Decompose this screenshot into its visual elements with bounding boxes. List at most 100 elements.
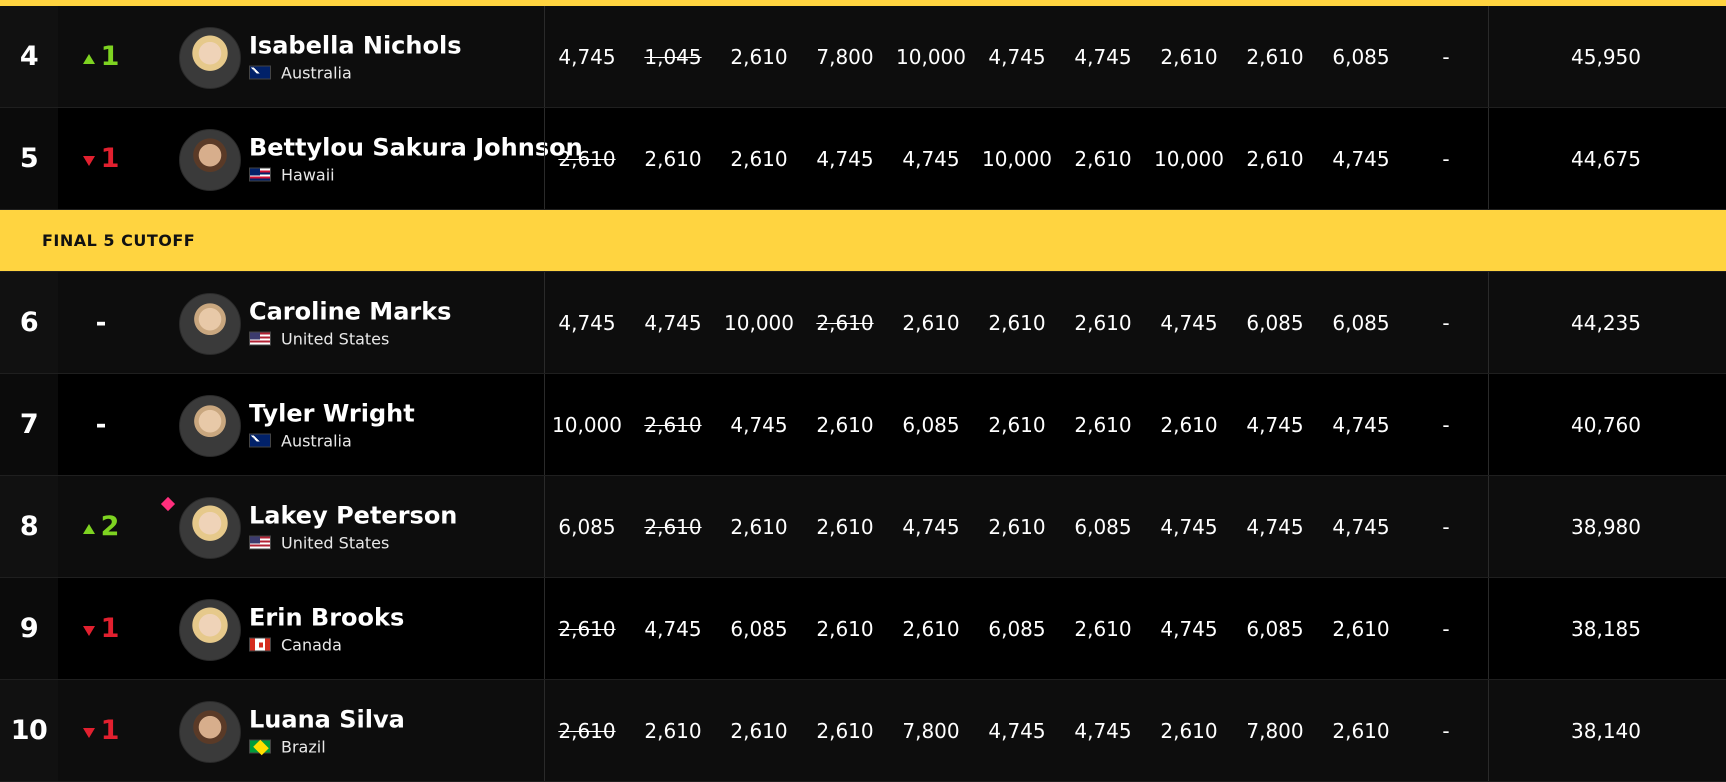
event-score: 10,000: [724, 310, 794, 335]
event-score: 2,610: [816, 310, 874, 335]
arrow-down-icon: [82, 727, 95, 738]
event-score: 4,745: [902, 514, 960, 539]
avatar[interactable]: [179, 128, 241, 191]
event-score: 4,745: [1332, 146, 1390, 171]
event-score: 2,610: [644, 514, 702, 539]
rankings-table-bottom: 6 - Caroline Marks United States 4,745 4,…: [0, 272, 1726, 782]
avatar[interactable]: [179, 292, 241, 355]
athlete-name[interactable]: Erin Brooks: [249, 603, 404, 631]
column-divider: [1488, 476, 1489, 577]
event-score: -: [1442, 718, 1450, 743]
country-name: United States: [281, 533, 390, 552]
total-points: 40,760: [1571, 412, 1641, 437]
event-score: 2,610: [644, 146, 702, 171]
event-score: 7,800: [1246, 718, 1304, 743]
rank-change-value: 2: [100, 511, 120, 542]
event-score: 10,000: [1154, 146, 1224, 171]
event-score: 4,745: [1332, 514, 1390, 539]
event-score: 6,085: [558, 514, 616, 539]
event-score: 4,745: [1246, 412, 1304, 437]
event-score: 6,085: [1074, 514, 1132, 539]
column-divider: [1488, 6, 1489, 107]
flag-icon: [249, 433, 271, 448]
event-score: 4,745: [558, 44, 616, 69]
event-score: 2,610: [816, 514, 874, 539]
athlete-country: Canada: [249, 635, 404, 654]
athlete-country: United States: [249, 329, 451, 348]
athlete-info: Bettylou Sakura Johnson Hawaii: [249, 133, 583, 184]
event-score: 2,610: [558, 718, 616, 743]
column-divider: [1488, 108, 1489, 209]
rank-change: -: [66, 272, 136, 373]
event-score: 6,085: [1246, 616, 1304, 641]
event-score: 4,745: [1074, 44, 1132, 69]
column-divider: [1488, 272, 1489, 373]
event-score: 2,610: [644, 412, 702, 437]
athlete-country: Brazil: [249, 737, 405, 756]
avatar[interactable]: [179, 26, 241, 89]
table-row[interactable]: 9 1 Erin Brooks Canada 2,610 4,745 6,085 2,…: [0, 578, 1726, 680]
athlete-country: Australia: [249, 63, 462, 82]
rank-change: 1: [66, 680, 136, 781]
country-name: Canada: [281, 635, 342, 654]
event-score: 2,610: [1160, 718, 1218, 743]
column-divider: [1488, 374, 1489, 475]
athlete-name[interactable]: Isabella Nichols: [249, 31, 462, 59]
event-score: -: [1442, 44, 1450, 69]
event-score: 2,610: [988, 310, 1046, 335]
rank-number: 5: [0, 108, 58, 209]
athlete-name[interactable]: Bettylou Sakura Johnson: [249, 133, 583, 161]
avatar[interactable]: [179, 394, 241, 457]
event-score: 4,745: [730, 412, 788, 437]
event-score: 2,610: [1246, 44, 1304, 69]
event-score: 2,610: [558, 616, 616, 641]
event-score: 2,610: [1160, 44, 1218, 69]
rank-number: 4: [0, 6, 58, 107]
event-score: 4,745: [988, 718, 1046, 743]
event-score: 10,000: [552, 412, 622, 437]
athlete-name[interactable]: Lakey Peterson: [249, 501, 457, 529]
event-score: 2,610: [988, 412, 1046, 437]
table-row[interactable]: 8 2 Lakey Peterson United States 6,085 2,…: [0, 476, 1726, 578]
event-score: 2,610: [730, 514, 788, 539]
rank-change-value: 1: [100, 613, 120, 644]
athlete-info: Tyler Wright Australia: [249, 399, 415, 450]
rank-change-value: 1: [100, 715, 120, 746]
table-row[interactable]: 10 1 Luana Silva Brazil 2,610 2,610 2,610 2…: [0, 680, 1726, 782]
athlete-country: United States: [249, 533, 457, 552]
table-row[interactable]: 5 1 Bettylou Sakura Johnson Hawaii 2,610…: [0, 108, 1726, 210]
flag-icon: [249, 637, 271, 652]
athlete-country: Hawaii: [249, 165, 583, 184]
event-score: 2,610: [902, 310, 960, 335]
event-score: 6,085: [1246, 310, 1304, 335]
event-score: 2,610: [1332, 718, 1390, 743]
athlete-name[interactable]: Tyler Wright: [249, 399, 415, 427]
event-score: 2,610: [558, 146, 616, 171]
rank-change-value: -: [95, 307, 107, 338]
table-row[interactable]: 6 - Caroline Marks United States 4,745 4,…: [0, 272, 1726, 374]
avatar[interactable]: [179, 700, 241, 763]
country-name: Australia: [281, 431, 352, 450]
event-score: -: [1442, 146, 1450, 171]
event-score: 2,610: [988, 514, 1046, 539]
athlete-country: Australia: [249, 431, 415, 450]
rank-change: -: [66, 374, 136, 475]
avatar[interactable]: [179, 496, 241, 559]
total-points: 38,140: [1571, 718, 1641, 743]
athlete-name[interactable]: Luana Silva: [249, 705, 405, 733]
event-score: 2,610: [902, 616, 960, 641]
athlete-name[interactable]: Caroline Marks: [249, 297, 451, 325]
arrow-down-icon: [82, 625, 95, 636]
table-row[interactable]: 4 1 Isabella Nichols Australia 4,745 1,04…: [0, 6, 1726, 108]
column-divider: [544, 680, 545, 781]
table-row[interactable]: 7 - Tyler Wright Australia 10,000 2,610 4,…: [0, 374, 1726, 476]
rank-change: 2: [66, 476, 136, 577]
rank-change-value: 1: [100, 41, 120, 72]
event-score: 7,800: [816, 44, 874, 69]
country-name: United States: [281, 329, 390, 348]
event-score: 6,085: [1332, 44, 1390, 69]
event-score: 2,610: [644, 718, 702, 743]
athlete-info: Erin Brooks Canada: [249, 603, 404, 654]
column-divider: [544, 6, 545, 107]
avatar[interactable]: [179, 598, 241, 661]
